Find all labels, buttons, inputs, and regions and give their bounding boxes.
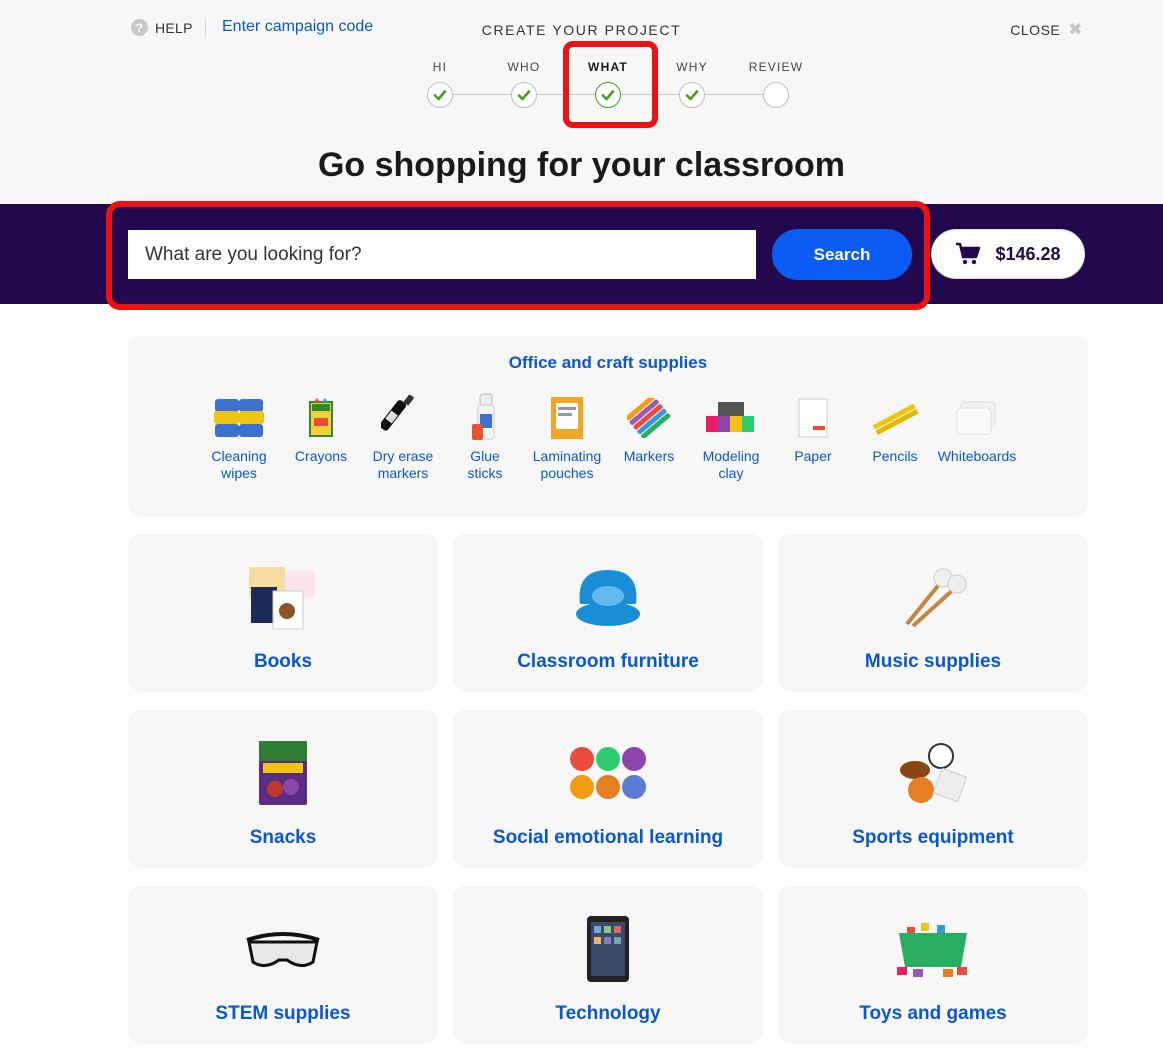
cart-icon [956, 242, 981, 265]
step-why[interactable]: WHY [652, 60, 732, 108]
category-card-snacks[interactable]: Snacks [128, 709, 438, 868]
supply-label: Glue [470, 448, 500, 464]
category-label: Sports equipment [852, 827, 1014, 848]
category-label: Classroom furniture [517, 651, 699, 672]
sports-balls-icon [778, 733, 1088, 813]
supply-label: clay [718, 465, 744, 481]
cleaning-wipes-icon [198, 388, 280, 448]
supply-label: Markers [623, 448, 675, 464]
category-card-books[interactable]: Books [128, 533, 438, 692]
step-hi[interactable]: HI [400, 60, 480, 108]
tablet-icon [453, 909, 763, 989]
supply-item-crayons[interactable]: Crayons [280, 388, 362, 482]
supply-label: sticks [467, 465, 503, 481]
category-label: Social emotional learning [492, 827, 724, 848]
close-label: CLOSE [1010, 22, 1061, 38]
category-card-music-supplies[interactable]: Music supplies [778, 533, 1088, 692]
step-label: WHO [507, 60, 541, 74]
step-label: WHY [676, 60, 708, 74]
supply-label: pouches [540, 465, 594, 481]
emotion-faces-icon [453, 733, 763, 813]
mallets-icon [778, 557, 1088, 637]
supply-item-dry-erase-markers[interactable]: Dry erase markers [362, 388, 444, 482]
step-highlight-box [563, 41, 658, 128]
page-title: Go shopping for your classroom [317, 146, 846, 184]
supply-list: Cleaning wipes Crayons Dry erase markers… [198, 388, 1018, 482]
create-project-title: CREATE YOUR PROJECT [481, 22, 682, 38]
step-who[interactable]: WHO [484, 60, 564, 108]
cart-total: $146.28 [995, 243, 1061, 264]
step-label: REVIEW [748, 60, 804, 74]
office-supplies-panel: Office and craft supplies Cleaningwipes [128, 336, 1088, 517]
category-label: Books [253, 651, 313, 672]
supply-label: Pencils [872, 448, 918, 464]
category-card-toys-and-games[interactable]: Toys and games [778, 885, 1088, 1044]
crayons-icon [280, 388, 362, 448]
supply-item-pencils[interactable]: Pencils [854, 388, 936, 482]
search-highlight-box [106, 201, 930, 310]
modeling-clay-icon [690, 388, 772, 448]
step-label: HI [432, 60, 448, 74]
supply-item-markers[interactable]: Markers [608, 388, 690, 482]
supply-label: markers [377, 465, 429, 481]
empty-step-circle [763, 82, 789, 108]
check-icon [427, 82, 453, 108]
close-icon: ✖ [1068, 20, 1083, 39]
category-card-technology[interactable]: Technology [453, 885, 763, 1044]
floor-chair-icon [453, 557, 763, 637]
supply-item-glue-sticks[interactable]: Glue sticks [444, 388, 526, 482]
category-label: Music supplies [864, 651, 1002, 672]
supply-item-whiteboards[interactable]: Whiteboards [936, 388, 1018, 482]
supply-item-laminating-pouches[interactable]: Laminating pouches [526, 388, 608, 482]
supply-item-cleaning-wipes[interactable]: Cleaning wipes [198, 388, 280, 482]
supply-item-paper[interactable]: Paper [772, 388, 854, 482]
pencils-icon [854, 388, 936, 448]
close-button[interactable]: CLOSE ✖ [1010, 20, 1083, 40]
check-icon [511, 82, 537, 108]
supply-item-modeling-clay[interactable]: Modeling clay [690, 388, 772, 482]
category-label: STEM supplies [215, 1003, 351, 1024]
category-card-sports-equipment[interactable]: Sports equipment [778, 709, 1088, 868]
supply-label: Dry erase [372, 448, 434, 464]
cart-button[interactable]: $146.28 [931, 229, 1085, 279]
toy-bin-icon [778, 909, 1088, 989]
office-supplies-title[interactable]: Office and craft supplies [128, 353, 1088, 373]
category-card-classroom-furniture[interactable]: Classroom furniture [453, 533, 763, 692]
category-label: Toys and games [859, 1003, 1007, 1024]
category-label: Technology [555, 1003, 661, 1024]
category-label: Snacks [249, 827, 317, 848]
books-icon [128, 557, 438, 637]
supply-label: Whiteboards [937, 448, 1017, 464]
supply-label: Paper [794, 448, 832, 464]
supply-label: Modeling [702, 448, 760, 464]
supply-label: wipes [221, 465, 257, 481]
laminating-pouches-icon [526, 388, 608, 448]
supply-label: Cleaning [211, 448, 267, 464]
check-icon [679, 82, 705, 108]
glue-stick-icon [444, 388, 526, 448]
supply-label: Laminating [532, 448, 602, 464]
dry-erase-marker-icon [362, 388, 444, 448]
safety-goggles-icon [128, 909, 438, 989]
markers-icon [608, 388, 690, 448]
paper-icon [772, 388, 854, 448]
supply-label: Crayons [294, 448, 348, 464]
snack-box-icon [128, 733, 438, 813]
step-review[interactable]: REVIEW [736, 60, 816, 108]
whiteboards-icon [936, 388, 1018, 448]
category-card-social-emotional-learning[interactable]: Social emotional learning [453, 709, 763, 868]
category-card-stem-supplies[interactable]: STEM supplies [128, 885, 438, 1044]
